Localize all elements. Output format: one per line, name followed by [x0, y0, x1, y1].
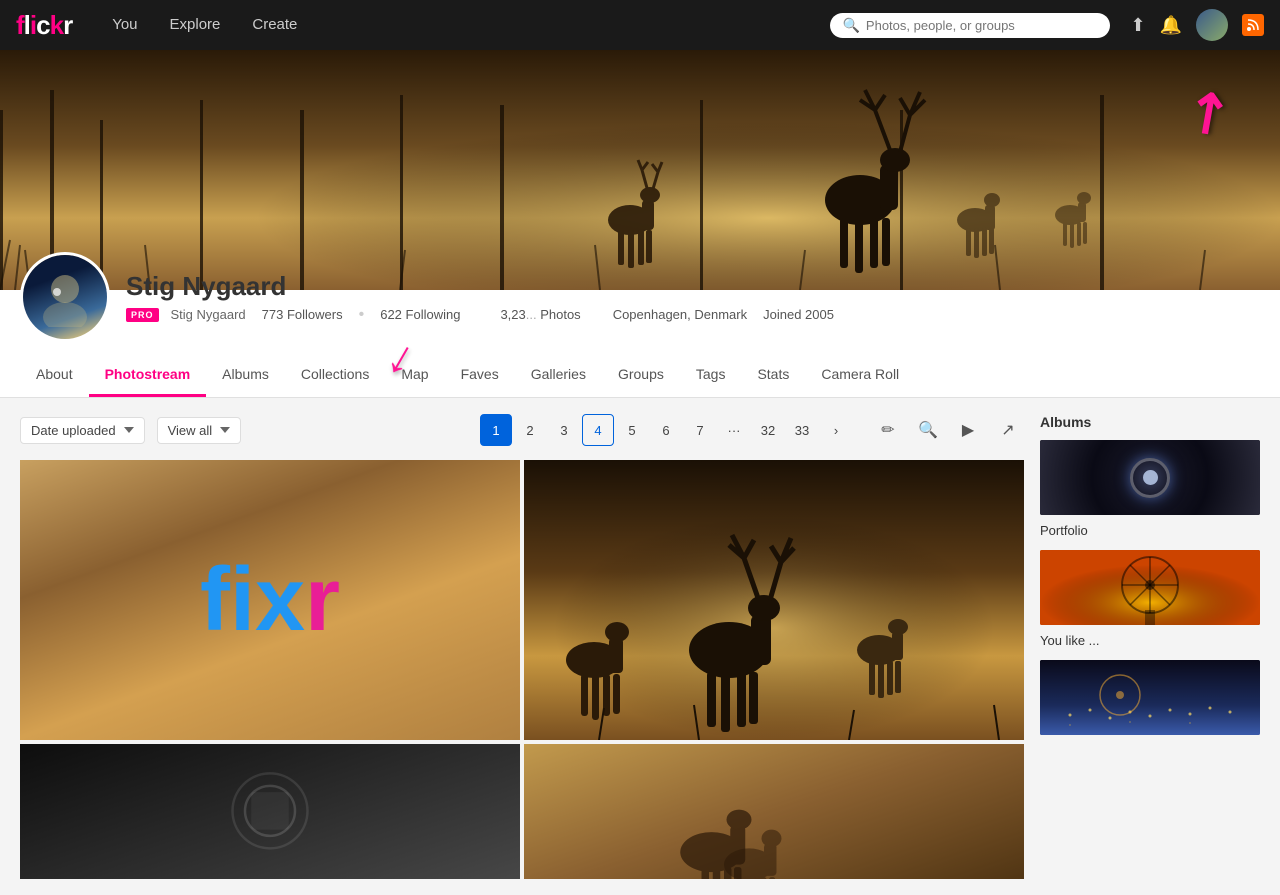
- tabs-nav: About Photostream Albums Collections Map…: [20, 354, 1260, 397]
- search-photos-icon[interactable]: 🔍: [912, 414, 944, 446]
- album-2-svg: [1040, 550, 1260, 625]
- page-1[interactable]: 1: [480, 414, 512, 446]
- sidebar: Albums Portfolio: [1040, 414, 1260, 879]
- tab-stats[interactable]: Stats: [741, 354, 805, 397]
- profile-name: Stig Nygaard: [126, 271, 1260, 302]
- upload-icon[interactable]: ⬆: [1130, 15, 1145, 36]
- page-33[interactable]: 33: [786, 414, 818, 446]
- photo-bottom-right[interactable]: [524, 744, 1024, 879]
- profile-details: Stig Nygaard PRO Stig Nygaard 773 Follow…: [126, 271, 1260, 324]
- share-icon[interactable]: ↗: [992, 414, 1024, 446]
- main-nav: You Explore Create: [96, 0, 313, 50]
- page-ellipsis: ···: [718, 414, 750, 446]
- profile-following[interactable]: 622 Following: [380, 307, 460, 322]
- page-5[interactable]: 5: [616, 414, 648, 446]
- search-bar: 🔍: [830, 13, 1110, 38]
- tab-galleries[interactable]: Galleries: [515, 354, 602, 397]
- tab-collections[interactable]: Collections: [285, 354, 385, 397]
- tab-photostream[interactable]: Photostream: [89, 354, 207, 397]
- bottom-right-svg: [524, 744, 1024, 879]
- tab-albums[interactable]: Albums: [206, 354, 285, 397]
- profile-photos-count: 3,23... Photos: [500, 307, 580, 322]
- profile-location: Copenhagen, Denmark: [613, 307, 747, 322]
- slideshow-icon[interactable]: ▶: [952, 414, 984, 446]
- navbar-icons: ⬆ 🔔: [1130, 9, 1264, 41]
- search-input[interactable]: [866, 18, 1099, 33]
- tab-map[interactable]: Map: [385, 354, 444, 397]
- pro-badge: PRO: [126, 308, 159, 322]
- rss-icon[interactable]: [1242, 14, 1264, 36]
- tab-about[interactable]: About: [20, 354, 89, 397]
- edit-icon[interactable]: ✏: [872, 414, 904, 446]
- bottom-left-svg: [20, 744, 520, 879]
- photo-fixr[interactable]: fixr: [20, 460, 520, 740]
- page-32[interactable]: 32: [752, 414, 784, 446]
- flickr-logo[interactable]: flickr: [16, 10, 72, 41]
- page-7[interactable]: 7: [684, 414, 716, 446]
- nav-you[interactable]: You: [96, 0, 153, 50]
- tab-tags[interactable]: Tags: [680, 354, 742, 397]
- date-uploaded-filter[interactable]: Date uploaded: [20, 417, 145, 444]
- user-avatar[interactable]: [1196, 9, 1228, 41]
- profile-username: Stig Nygaard: [171, 307, 246, 322]
- page-6[interactable]: 6: [650, 414, 682, 446]
- page-2[interactable]: 2: [514, 414, 546, 446]
- sidebar-album-you-like[interactable]: [1040, 550, 1260, 625]
- profile-avatar: [20, 252, 110, 342]
- nav-create[interactable]: Create: [236, 0, 313, 50]
- tab-groups[interactable]: Groups: [602, 354, 680, 397]
- filter-bar: Date uploaded View all 1 2 3 4 5 6 7 ···…: [20, 414, 1024, 446]
- view-all-filter[interactable]: View all: [157, 417, 242, 444]
- profile-info: Stig Nygaard PRO Stig Nygaard 773 Follow…: [20, 252, 1260, 354]
- profile-meta: PRO Stig Nygaard 773 Followers • 622 Fol…: [126, 306, 1260, 324]
- sidebar-album-city[interactable]: [1040, 660, 1260, 735]
- photo-deer-main[interactable]: →: [524, 460, 1024, 740]
- bell-icon[interactable]: 🔔: [1160, 15, 1182, 36]
- sidebar-album-portfolio[interactable]: [1040, 440, 1260, 515]
- page-4[interactable]: 4: [582, 414, 614, 446]
- page-3[interactable]: 3: [548, 414, 580, 446]
- photo-grid: fixr →: [20, 460, 1024, 879]
- sidebar-albums-title: Albums: [1040, 414, 1260, 430]
- search-icon: 🔍: [842, 17, 859, 34]
- tab-faves[interactable]: Faves: [445, 354, 515, 397]
- album-3-svg: [1040, 660, 1260, 735]
- album-portfolio-label[interactable]: Portfolio: [1040, 523, 1260, 538]
- tab-camera-roll[interactable]: Camera Roll: [805, 354, 915, 397]
- photo-bottom-left[interactable]: [20, 744, 520, 879]
- filter-actions: ✏ 🔍 ▶ ↗: [872, 414, 1024, 446]
- deer-photo-svg: [524, 460, 1024, 740]
- navbar: flickr You Explore Create 🔍 ⬆ 🔔: [0, 0, 1280, 50]
- profile-joined: Joined 2005: [763, 307, 834, 322]
- fixr-logo-text: fixr: [200, 555, 340, 645]
- main-content: Date uploaded View all 1 2 3 4 5 6 7 ···…: [20, 414, 1024, 879]
- album-you-like-label[interactable]: You like ...: [1040, 633, 1260, 648]
- page-next[interactable]: ›: [820, 414, 852, 446]
- pagination: 1 2 3 4 5 6 7 ··· 32 33 ›: [480, 414, 852, 446]
- nav-explore[interactable]: Explore: [154, 0, 237, 50]
- content-area: Date uploaded View all 1 2 3 4 5 6 7 ···…: [0, 398, 1280, 895]
- profile-section: Stig Nygaard PRO Stig Nygaard 773 Follow…: [0, 290, 1280, 398]
- profile-followers[interactable]: 773 Followers: [262, 307, 343, 322]
